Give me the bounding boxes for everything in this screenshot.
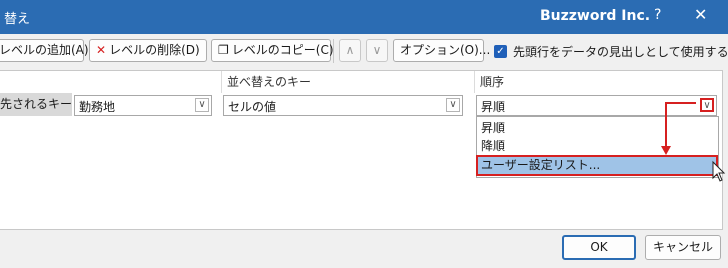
ok-button[interactable]: OK: [562, 235, 636, 260]
ok-label: OK: [590, 240, 608, 254]
mouse-cursor-icon: [712, 160, 726, 182]
dialog-footer: OK キャンセル: [0, 228, 728, 268]
cancel-label: キャンセル: [652, 240, 713, 254]
cancel-button[interactable]: キャンセル: [645, 235, 721, 260]
